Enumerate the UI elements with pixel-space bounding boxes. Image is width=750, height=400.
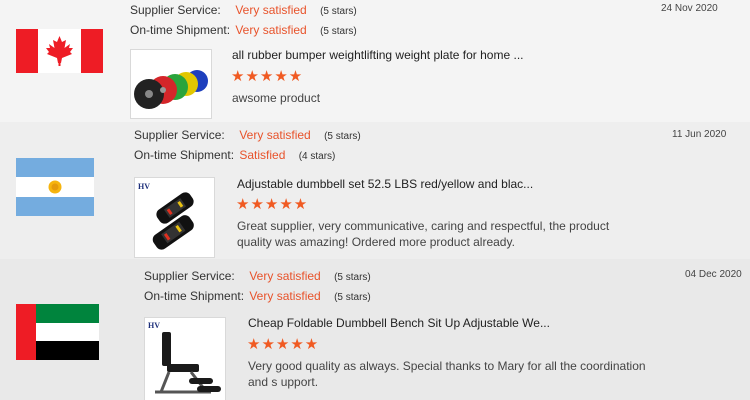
product-title-link[interactable]: Adjustable dumbbell set 52.5 LBS red/yel…: [237, 177, 533, 191]
review-date: 11 Jun 2020: [672, 129, 727, 140]
review-card: Supplier Service: Very satisfied (5 star…: [0, 0, 750, 122]
product-title-link[interactable]: Cheap Foldable Dumbbell Bench Sit Up Adj…: [248, 316, 550, 330]
dumbbells-icon: HV: [138, 182, 194, 250]
shipment-label: On-time Shipment:: [144, 289, 245, 303]
supplier-service-value: Very satisfied: [239, 128, 311, 142]
review-rating-stars: ★★★★★: [231, 68, 304, 85]
shipment-label: On-time Shipment:: [134, 148, 235, 162]
supplier-service-stars: (5 stars): [324, 131, 361, 142]
shipment-value: Very satisfied: [249, 289, 321, 303]
supplier-service-row: Supplier Service: Very satisfied (5 star…: [134, 125, 361, 145]
supplier-service-stars: (5 stars): [320, 6, 357, 17]
shipment-row: On-time Shipment: Very satisfied (5 star…: [144, 286, 371, 306]
shipment-stars: (5 stars): [320, 26, 357, 37]
product-title-link[interactable]: all rubber bumper weightlifting weight p…: [232, 48, 524, 62]
shipment-value: Satisfied: [239, 148, 286, 162]
review-rating-stars: ★★★★★: [236, 196, 309, 213]
brand-logo: HV: [148, 321, 160, 330]
supplier-service-stars: (5 stars): [334, 272, 371, 283]
review-card: Supplier Service: Very satisfied (5 star…: [0, 122, 750, 259]
product-thumbnail[interactable]: HV: [134, 177, 215, 258]
review-comment: Very good quality as always. Special tha…: [248, 359, 646, 389]
review-ratings: Supplier Service: Very satisfied (5 star…: [134, 125, 361, 165]
review-comment: Great supplier, very communicative, cari…: [237, 219, 610, 249]
supplier-service-value: Very satisfied: [249, 269, 321, 283]
review-ratings: Supplier Service: Very satisfied (5 star…: [130, 0, 357, 40]
shipment-row: On-time Shipment: Satisfied (4 stars): [134, 145, 361, 165]
brand-logo: HV: [138, 182, 150, 191]
review-date: 24 Nov 2020: [661, 3, 718, 14]
review-comment: awsome product: [232, 91, 321, 105]
review-ratings: Supplier Service: Very satisfied (5 star…: [144, 266, 371, 306]
review-rating-stars: ★★★★★: [247, 336, 320, 353]
review-date: 04 Dec 2020: [685, 269, 742, 280]
shipment-stars: (5 stars): [334, 292, 371, 303]
shipment-label: On-time Shipment:: [130, 23, 231, 37]
supplier-service-label: Supplier Service:: [130, 3, 221, 17]
shipment-row: On-time Shipment: Very satisfied (5 star…: [130, 20, 357, 40]
product-thumbnail[interactable]: HV: [144, 317, 226, 400]
review-card: Supplier Service: Very satisfied (5 star…: [0, 259, 750, 400]
shipment-stars: (4 stars): [298, 151, 336, 162]
product-thumbnail[interactable]: [130, 49, 212, 119]
shipment-value: Very satisfied: [235, 23, 307, 37]
uae-flag-icon: [16, 304, 99, 360]
weight-plates-icon: [134, 70, 208, 109]
supplier-service-label: Supplier Service:: [144, 269, 235, 283]
supplier-service-value: Very satisfied: [235, 3, 307, 17]
canada-flag-icon: [16, 29, 103, 73]
supplier-service-row: Supplier Service: Very satisfied (5 star…: [130, 0, 357, 20]
supplier-service-row: Supplier Service: Very satisfied (5 star…: [144, 266, 371, 286]
weight-bench-icon: HV: [148, 321, 221, 394]
supplier-service-label: Supplier Service:: [134, 128, 225, 142]
argentina-flag-icon: [16, 158, 94, 216]
